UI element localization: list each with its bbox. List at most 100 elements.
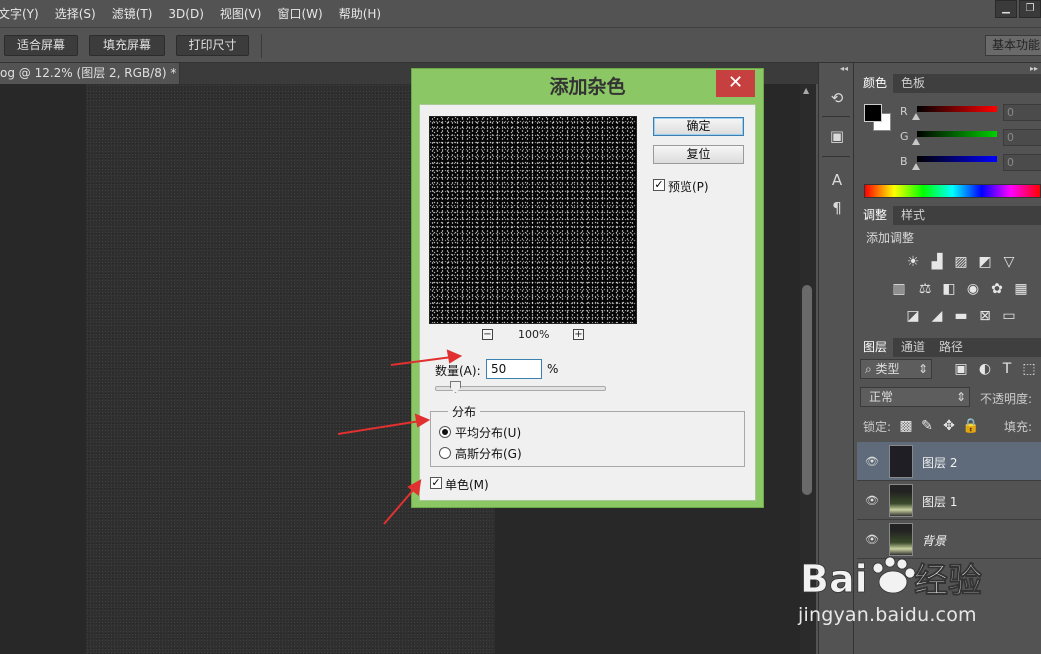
brightness-icon[interactable]: ☀: [904, 254, 922, 270]
menu-select[interactable]: 选择(S): [55, 5, 104, 22]
search-icon: ⌕: [865, 362, 876, 376]
blue-value[interactable]: 0: [1003, 154, 1041, 171]
menu-view[interactable]: 视图(V): [220, 5, 270, 22]
color-lookup-icon[interactable]: ▦: [1012, 281, 1030, 297]
eye-icon[interactable]: 👁: [865, 494, 879, 507]
document-tab[interactable]: og @ 12.2% (图层 2, RGB/8) *: [0, 63, 180, 84]
svg-text:经验: 经验: [914, 561, 982, 601]
scroll-up-icon[interactable]: ▲: [803, 86, 811, 95]
red-value[interactable]: 0: [1003, 104, 1041, 121]
menu-text[interactable]: 文字(Y): [0, 5, 47, 22]
layer-row[interactable]: 👁 图层 1: [857, 481, 1041, 520]
color-ramp[interactable]: [864, 184, 1041, 198]
layer-name: 图层 2: [922, 456, 958, 470]
print-size-button[interactable]: 打印尺寸: [176, 35, 249, 56]
preview-label: 预览(P): [668, 180, 709, 194]
exposure-icon[interactable]: ◩: [976, 254, 994, 270]
tab-channels[interactable]: 通道: [895, 338, 931, 357]
fill-screen-button[interactable]: 填充屏幕: [89, 35, 165, 56]
filter-type-icon[interactable]: T: [998, 361, 1016, 377]
tab-adjustments[interactable]: 调整: [857, 206, 894, 225]
hue-saturation-icon[interactable]: ▥: [890, 281, 908, 297]
zoom-out-icon[interactable]: −: [482, 329, 493, 340]
blue-slider-thumb[interactable]: [912, 163, 920, 170]
green-slider[interactable]: [917, 131, 997, 137]
color-balance-icon[interactable]: ⚖: [916, 281, 934, 297]
divider: [822, 156, 850, 157]
invert-icon[interactable]: ◪: [904, 308, 922, 324]
layers-panel-tabs: 图层 通道 路径: [857, 338, 1041, 357]
curves-icon[interactable]: ▨: [952, 254, 970, 270]
lock-pixels-icon[interactable]: ✎: [918, 418, 936, 434]
photo-filter-icon[interactable]: ◉: [964, 281, 982, 297]
lock-position-icon[interactable]: ✥: [940, 418, 958, 434]
gradient-map-icon[interactable]: ▭: [1000, 308, 1018, 324]
lock-all-icon[interactable]: 🔒: [962, 418, 980, 434]
3d-cube-icon[interactable]: ▣: [827, 126, 847, 146]
black-white-icon[interactable]: ◧: [940, 281, 958, 297]
expand-icon[interactable]: ▸▸: [1030, 64, 1038, 73]
tab-color[interactable]: 颜色: [857, 74, 894, 93]
chevron-updown-icon: ⇕: [917, 362, 928, 376]
paragraph-icon[interactable]: ¶: [827, 198, 847, 218]
menu-window[interactable]: 窗口(W): [277, 5, 330, 22]
ok-button[interactable]: 确定: [653, 117, 744, 136]
tab-swatches[interactable]: 色板: [895, 74, 931, 93]
amount-input[interactable]: [486, 359, 542, 379]
tab-paths[interactable]: 路径: [933, 338, 969, 357]
minimize-icon[interactable]: ▁: [995, 0, 1017, 18]
lock-transparent-icon[interactable]: ▩: [897, 418, 915, 434]
menu-help[interactable]: 帮助(H): [339, 5, 389, 22]
workspace-switcher[interactable]: 基本功能: [985, 35, 1041, 56]
zoom-in-icon[interactable]: +: [573, 329, 584, 340]
threshold-icon[interactable]: ▬: [952, 308, 970, 324]
filter-kind-value: 类型: [875, 362, 900, 376]
window-controls: ▁ ❐: [993, 0, 1041, 20]
collapse-icon[interactable]: ◂◂: [840, 64, 848, 73]
gaussian-radio[interactable]: [439, 447, 451, 459]
scrollbar-thumb[interactable]: [802, 285, 812, 495]
filter-shape-icon[interactable]: ⬚: [1020, 361, 1038, 377]
menu-filter[interactable]: 滤镜(T): [112, 5, 161, 22]
channel-mixer-icon[interactable]: ✿: [988, 281, 1006, 297]
levels-icon[interactable]: ▟: [928, 254, 946, 270]
reset-button[interactable]: 复位: [653, 145, 744, 164]
divider: [261, 34, 262, 58]
layer-row[interactable]: 👁 图层 2: [857, 442, 1041, 481]
preview-checkbox[interactable]: ✓: [653, 179, 665, 191]
layer-filter-select[interactable]: ⌕ 类型 ⇕: [860, 359, 932, 379]
layer-name: 背景: [922, 534, 947, 548]
posterize-icon[interactable]: ◢: [928, 308, 946, 324]
chevron-updown-icon: ⇕: [955, 390, 966, 404]
eye-icon[interactable]: 👁: [865, 455, 879, 468]
menu-3d[interactable]: 3D(D): [168, 7, 211, 21]
tab-layers[interactable]: 图层: [857, 338, 894, 357]
watermark-url: jingyan.baidu.com: [798, 604, 977, 626]
character-icon[interactable]: A: [827, 170, 847, 190]
restore-icon[interactable]: ❐: [1019, 0, 1041, 18]
red-label: R: [900, 105, 908, 118]
blue-slider[interactable]: [917, 156, 997, 162]
selective-color-icon[interactable]: ⊠: [976, 308, 994, 324]
green-value[interactable]: 0: [1003, 129, 1041, 146]
red-slider-thumb[interactable]: [912, 113, 920, 120]
tab-styles[interactable]: 样式: [895, 206, 931, 225]
dialog-title: 添加杂色: [549, 76, 626, 98]
monochromatic-checkbox[interactable]: ✓: [430, 477, 442, 489]
uniform-label: 平均分布(U): [455, 426, 522, 440]
zoom-level: 100%: [518, 328, 550, 341]
foreground-swatch[interactable]: [864, 104, 882, 122]
red-slider[interactable]: [917, 106, 997, 112]
close-icon[interactable]: ✕: [716, 70, 755, 97]
vibrance-icon[interactable]: ▽: [1000, 254, 1018, 270]
eye-icon[interactable]: 👁: [865, 533, 879, 546]
fit-screen-button[interactable]: 适合屏幕: [4, 35, 78, 56]
filter-pixel-icon[interactable]: ▣: [952, 361, 970, 377]
noise-preview[interactable]: [429, 116, 637, 324]
blend-mode-select[interactable]: 正常 ⇕: [860, 387, 970, 407]
uniform-radio[interactable]: [439, 426, 451, 438]
green-slider-thumb[interactable]: [912, 138, 920, 145]
opacity-label: 不透明度:: [980, 392, 1033, 406]
filter-adjustment-icon[interactable]: ◐: [976, 361, 994, 377]
history-icon[interactable]: ⟲: [827, 88, 847, 108]
